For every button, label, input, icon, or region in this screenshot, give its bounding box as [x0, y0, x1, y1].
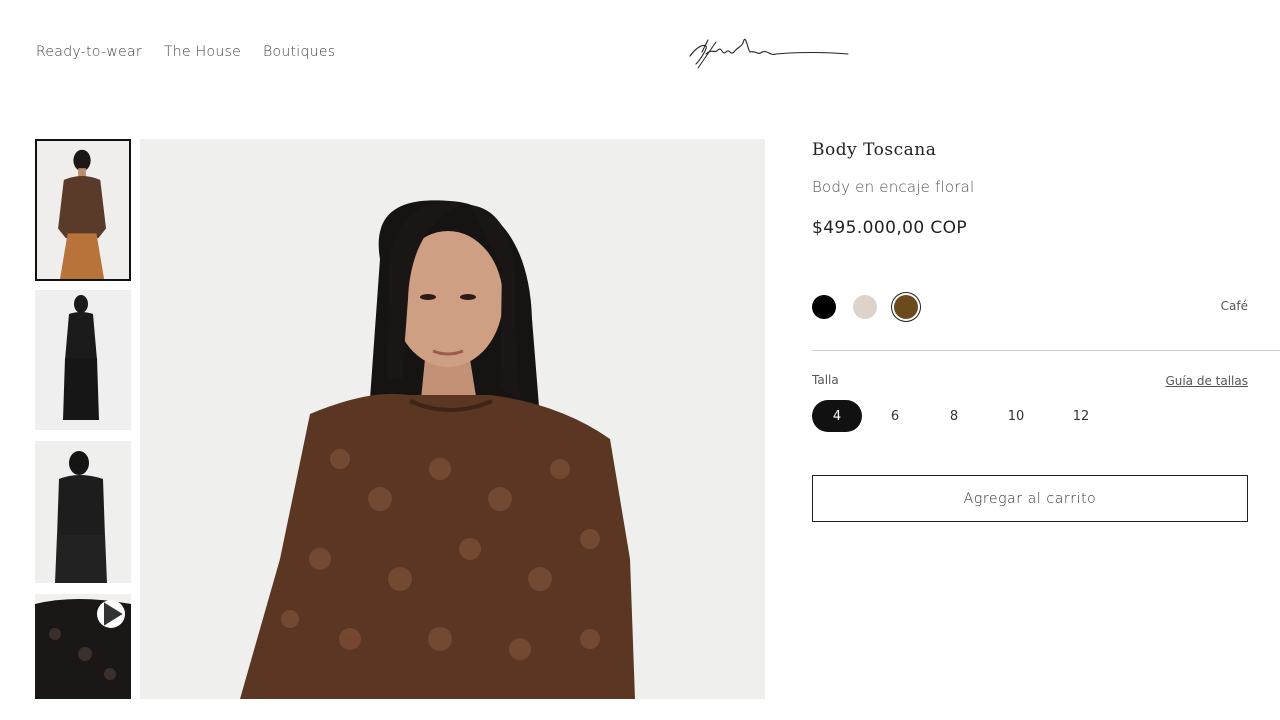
- size-option-12[interactable]: 12: [1057, 400, 1105, 432]
- size-guide-link[interactable]: Guía de tallas: [1165, 374, 1248, 388]
- add-to-cart-button[interactable]: Agregar al carrito: [812, 475, 1248, 522]
- nav-item-boutiques[interactable]: Boutiques: [263, 44, 335, 60]
- nav-item-ready-to-wear[interactable]: Ready-to-wear: [36, 44, 142, 60]
- main-nav: Ready-to-wear The House Boutiques: [36, 44, 335, 60]
- size-option-6[interactable]: 6: [871, 400, 919, 432]
- brand-signature-logo[interactable]: [686, 30, 852, 74]
- size-option-10[interactable]: 10: [992, 400, 1040, 432]
- play-icon[interactable]: [97, 600, 125, 628]
- selected-color-name: Café: [1220, 299, 1248, 313]
- color-swatches: Café: [812, 295, 1248, 321]
- product-info-panel: Body Toscana Body en encaje floral $495.…: [812, 140, 1280, 522]
- product-title: Body Toscana: [812, 140, 937, 160]
- thumbnail-4-video[interactable]: [35, 594, 131, 699]
- main-product-image[interactable]: [140, 139, 765, 699]
- product-subtitle: Body en encaje floral: [812, 178, 975, 196]
- product-price: $495.000,00 COP: [812, 218, 968, 238]
- color-swatch-black[interactable]: [812, 295, 836, 319]
- size-option-8[interactable]: 8: [930, 400, 978, 432]
- size-label: Talla: [812, 373, 839, 387]
- thumbnail-3[interactable]: [35, 441, 131, 583]
- color-swatch-cafe[interactable]: [894, 295, 918, 319]
- thumbnail-2[interactable]: [35, 290, 131, 430]
- nav-item-the-house[interactable]: The House: [164, 44, 241, 60]
- size-option-4[interactable]: 4: [812, 400, 862, 432]
- color-swatch-beige[interactable]: [853, 295, 877, 319]
- divider: [812, 350, 1280, 351]
- thumbnail-1[interactable]: [35, 139, 131, 281]
- size-options: 4 6 8 10 12: [812, 400, 1112, 432]
